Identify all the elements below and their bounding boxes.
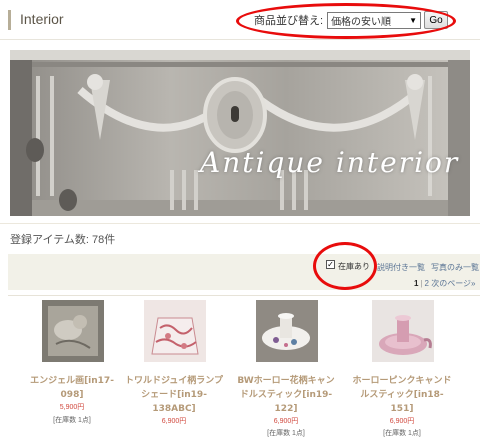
chevron-down-icon: ▼ (409, 15, 418, 25)
sort-label: 商品並び替え: (254, 15, 324, 27)
view-with-description-link[interactable]: 説明付き一覧 (377, 262, 425, 273)
product-price: 6,900円 (273, 418, 299, 425)
product-name[interactable]: BWホーロー花柄キャンドルスティック[in19-122] (236, 374, 336, 416)
product-price: 5,900円 (59, 404, 85, 411)
product-name[interactable]: ホーローピンクキャンドルスティック[in18-151] (352, 374, 452, 416)
go-button[interactable]: Go (424, 11, 449, 29)
in-stock-label: 在庫あり (338, 262, 370, 271)
banner-image (10, 50, 470, 216)
product-name[interactable]: トワルドジュイ柄ランプシェード[in19-138ABC] (124, 374, 224, 416)
divider (0, 223, 480, 224)
product-stock: [在庫数 1点] (383, 430, 421, 437)
product-stock: [在庫数 1点] (53, 417, 91, 424)
page-title: Interior (20, 11, 64, 27)
pager-current-page: 1 (414, 279, 419, 288)
product-price: 6,900円 (389, 418, 415, 425)
item-count: 登録アイテム数: 78件 (10, 234, 116, 246)
view-photos-only-link[interactable]: 写真のみ一覧 (431, 262, 479, 273)
sort-control: 商品並び替え: 価格の安い順 ▼ Go (254, 10, 449, 30)
product-name[interactable]: エンジェル画[in17-098] (22, 374, 122, 402)
product-thumbnail[interactable] (372, 300, 434, 362)
product-thumbnail[interactable] (42, 300, 104, 362)
pager-separator: | (420, 279, 423, 288)
banner-overlay-text: Antique interior (200, 146, 460, 179)
pager-page-2-link[interactable]: 2 (425, 279, 429, 288)
product-price: 6,900円 (161, 418, 187, 425)
pager: 1 | 2 次のページ» (414, 278, 476, 289)
sort-select[interactable]: 価格の安い順 ▼ (327, 11, 422, 29)
category-banner: Antique interior (10, 50, 470, 216)
title-accent-bar (8, 10, 11, 30)
pager-next-link[interactable]: 次のページ» (431, 279, 475, 288)
in-stock-checkbox[interactable]: ✓ (326, 260, 335, 269)
product-thumbnail[interactable] (256, 300, 318, 362)
product-thumbnail[interactable] (144, 300, 206, 362)
product-stock: [在庫数 1点] (267, 430, 305, 437)
sort-selected-value: 価格の安い順 (331, 16, 392, 28)
